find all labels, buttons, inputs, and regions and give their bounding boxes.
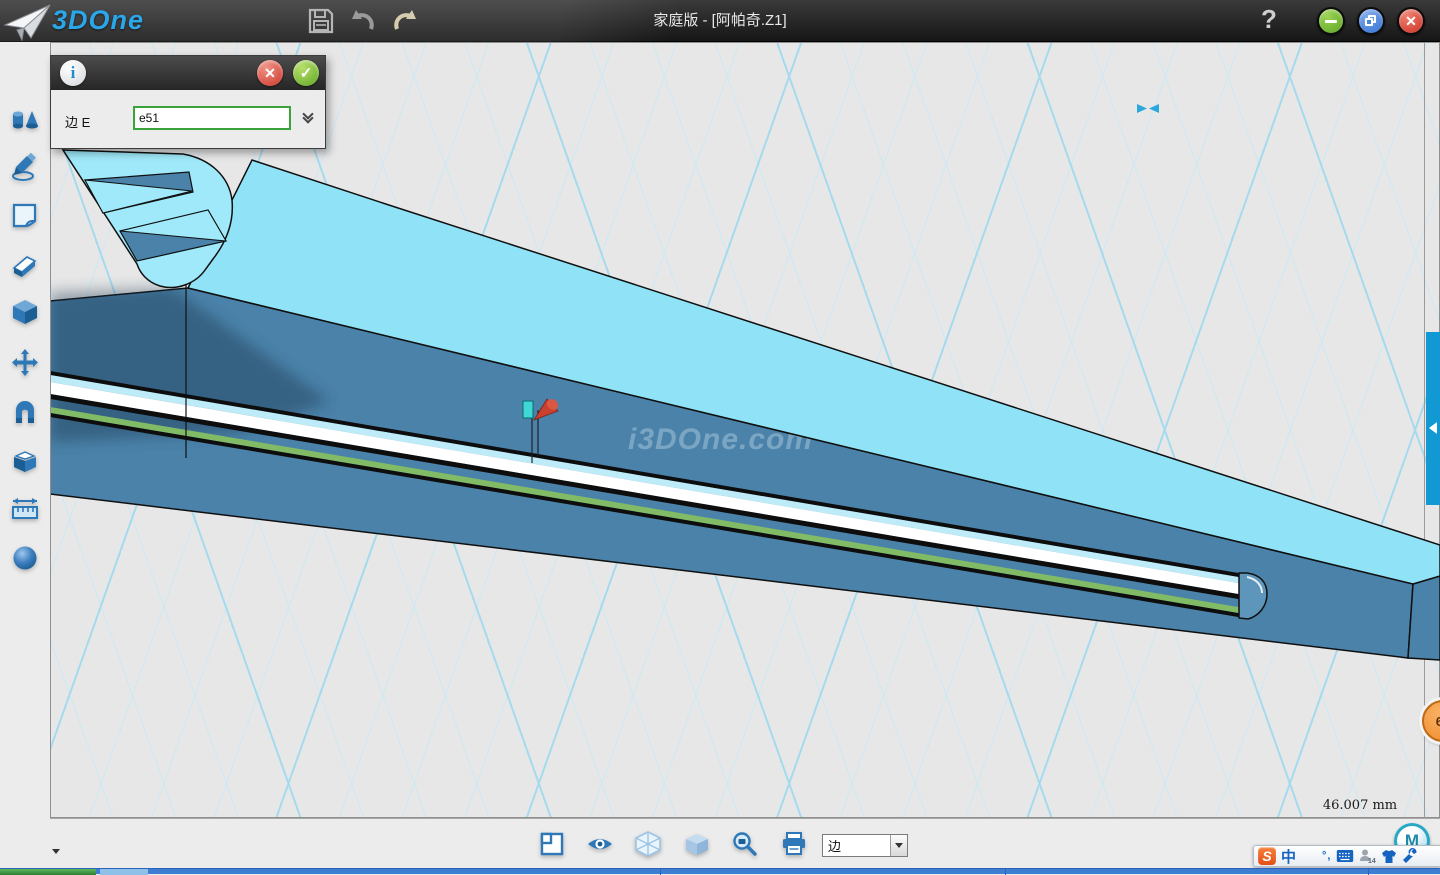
window-title: 家庭版 - [阿帕奇.Z1] (0, 0, 1440, 42)
measurement-readout: 46.007 mm (1300, 798, 1420, 813)
move-icon[interactable] (10, 348, 40, 378)
view-toolbar: 边 (0, 818, 1440, 868)
taskbar-active-segment (100, 869, 148, 875)
sogou-logo[interactable]: S (1258, 847, 1276, 865)
chinese-mode-icon[interactable]: 中 (1281, 846, 1296, 867)
settings-wrench-icon[interactable] (1402, 848, 1418, 864)
dialog-cancel-button[interactable]: ✕ (257, 60, 283, 86)
taskbar-start-segment (0, 869, 96, 875)
restore-button[interactable] (1357, 7, 1385, 35)
help-icon[interactable]: ? (1256, 4, 1282, 35)
dialog-header[interactable]: i ✕ ✓ (51, 56, 325, 90)
punctuation-icon[interactable]: °, (1322, 850, 1331, 862)
sketch-pencil-icon[interactable] (10, 152, 40, 182)
wireframe-display-icon[interactable] (635, 831, 661, 857)
collapse-arrow-icon (1429, 422, 1437, 434)
assembly-box-icon[interactable] (10, 445, 40, 475)
tool-sidebar (0, 42, 50, 874)
view-layout-icon[interactable] (539, 831, 565, 857)
magnet-constraint-icon[interactable] (10, 397, 40, 427)
dialog-body: 边 E (51, 90, 325, 148)
print-icon[interactable] (781, 831, 807, 857)
filter-dropdown-arrow[interactable] (890, 835, 907, 856)
collapse-panel-tab[interactable] (1426, 332, 1440, 505)
sketch-plane-icon[interactable] (10, 200, 40, 230)
solid-cube-icon[interactable] (10, 297, 40, 327)
visibility-eye-icon[interactable] (587, 831, 613, 857)
dialog-confirm-button[interactable]: ✓ (293, 60, 319, 86)
viewport-3d[interactable] (50, 42, 1440, 818)
expand-chevron-icon[interactable] (299, 106, 317, 130)
ime-toolbar: S 中 °, 14 (1253, 845, 1440, 867)
skin-shirt-icon[interactable] (1381, 849, 1397, 864)
measure-ruler-icon[interactable] (10, 494, 40, 524)
primitives-icon[interactable] (10, 104, 40, 134)
edge-field-label: 边 E (65, 112, 90, 131)
edge-info-dialog: i ✕ ✓ 边 E (50, 55, 326, 149)
soft-keyboard-icon[interactable] (1336, 849, 1354, 863)
info-icon: i (60, 60, 86, 86)
render-sphere-icon[interactable] (10, 543, 40, 573)
profile-menu-caret[interactable] (52, 849, 60, 854)
zoom-snapshot-icon[interactable] (732, 831, 758, 857)
os-taskbar-sliver (0, 868, 1440, 874)
edge-field-input[interactable] (133, 106, 291, 130)
user-count-icon[interactable]: 14 (1359, 848, 1376, 864)
minimize-button[interactable] (1317, 7, 1345, 35)
fullwidth-moon-icon[interactable] (1301, 848, 1317, 864)
filter-dropdown[interactable]: 边 (822, 834, 908, 857)
community-badge-count: 67 (1436, 714, 1440, 729)
shaded-display-icon[interactable] (684, 831, 710, 857)
title-bar: 3DOne 家庭版 - [阿帕奇.Z1] ? ✕ (0, 0, 1440, 42)
sweep-eraser-icon[interactable] (10, 249, 40, 279)
close-button[interactable]: ✕ (1397, 7, 1425, 35)
user-count-text: 14 (1368, 858, 1376, 864)
filter-dropdown-value: 边 (823, 836, 890, 855)
